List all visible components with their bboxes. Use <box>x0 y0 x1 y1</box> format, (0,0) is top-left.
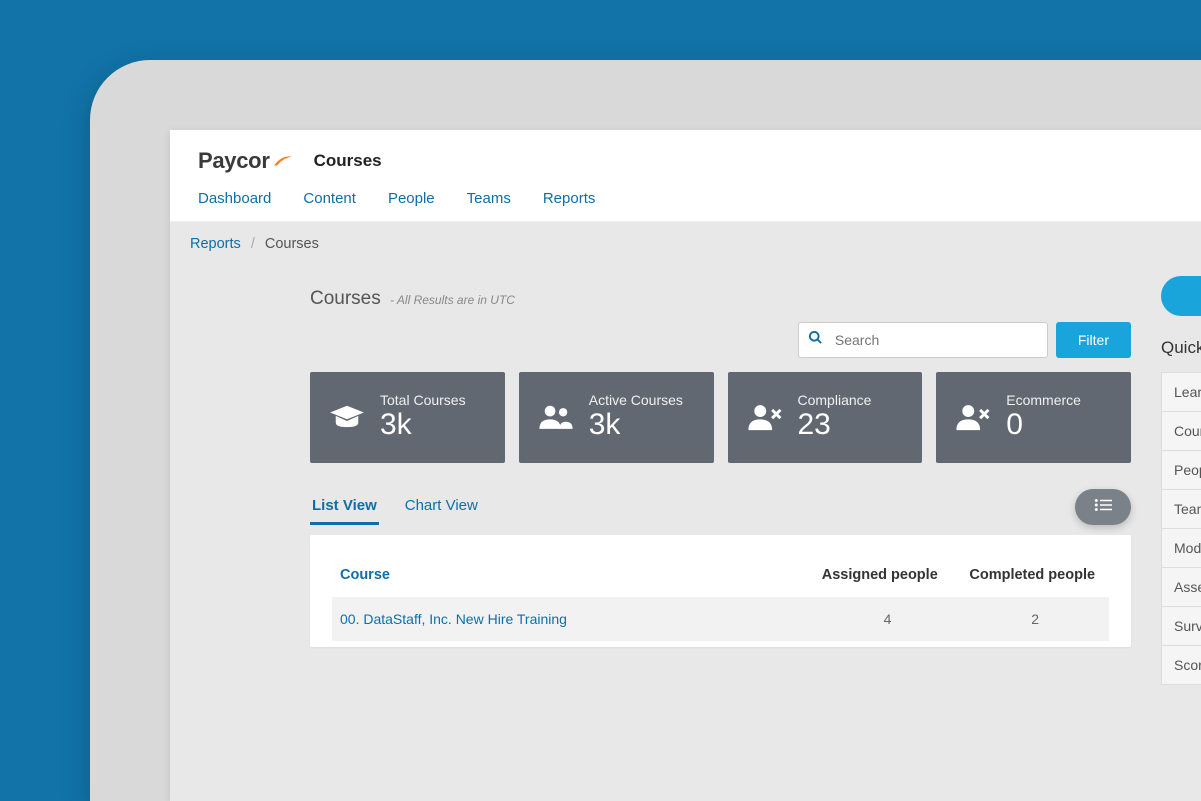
stat-card-compliance[interactable]: Compliance 23 <box>728 372 923 463</box>
page-title: Courses - All Results are in UTC <box>310 288 1131 310</box>
col-assigned: Assigned people <box>814 553 962 597</box>
brand-logo: Paycor <box>198 148 294 174</box>
search-box <box>798 322 1048 358</box>
quick-reports-title: Quick rep <box>1161 338 1201 358</box>
user-x-icon <box>746 398 784 436</box>
search-icon <box>808 330 823 350</box>
stat-card-active-courses[interactable]: Active Courses 3k <box>519 372 714 463</box>
stat-cards: Total Courses 3k Active Courses 3k <box>310 372 1131 463</box>
users-group-icon <box>537 398 575 436</box>
nav-dashboard[interactable]: Dashboard <box>198 190 271 207</box>
quick-report-learning[interactable]: Learnin <box>1161 372 1201 411</box>
breadcrumb-current: Courses <box>265 236 319 252</box>
tab-list-view[interactable]: List View <box>310 489 379 525</box>
breadcrumb-separator: / <box>251 236 255 252</box>
tab-chart-view[interactable]: Chart View <box>403 489 480 525</box>
stat-value: 0 <box>1006 408 1081 441</box>
stat-label: Compliance <box>798 392 872 408</box>
nav-reports[interactable]: Reports <box>543 190 596 207</box>
courses-table: Course Assigned people Completed people … <box>332 553 1109 641</box>
quick-report-people[interactable]: People <box>1161 450 1201 489</box>
table-row: 00. DataStaff, Inc. New Hire Training 4 … <box>332 597 1109 641</box>
side-action-button[interactable] <box>1161 276 1201 316</box>
col-course[interactable]: Course <box>332 553 814 597</box>
quick-report-courses[interactable]: Course <box>1161 411 1201 450</box>
course-link[interactable]: 00. DataStaff, Inc. New Hire Training <box>340 611 567 627</box>
brand-name: Paycor <box>198 148 270 174</box>
stat-value: 3k <box>589 408 683 441</box>
stat-label: Total Courses <box>380 392 466 408</box>
nav-content[interactable]: Content <box>303 190 356 207</box>
page-subtitle: - All Results are in UTC <box>390 293 515 307</box>
stat-label: Active Courses <box>589 392 683 408</box>
quick-report-assessments[interactable]: Assess <box>1161 567 1201 606</box>
stat-card-total-courses[interactable]: Total Courses 3k <box>310 372 505 463</box>
list-icon <box>1094 498 1112 517</box>
quick-report-survey[interactable]: Survey <box>1161 606 1201 645</box>
quick-report-scorm[interactable]: Scorm <box>1161 645 1201 685</box>
user-x-icon <box>954 398 992 436</box>
nav-teams[interactable]: Teams <box>467 190 511 207</box>
search-input[interactable] <box>798 322 1048 358</box>
courses-table-card: Course Assigned people Completed people … <box>310 535 1131 647</box>
col-completed: Completed people <box>961 553 1109 597</box>
app-title: Courses <box>314 151 382 171</box>
cell-completed: 2 <box>961 597 1109 641</box>
stat-label: Ecommerce <box>1006 392 1081 408</box>
main-nav: Dashboard Content People Teams Reports <box>170 186 1201 222</box>
topbar: Paycor Courses <box>170 130 1201 186</box>
stat-value: 3k <box>380 408 466 441</box>
stat-value: 23 <box>798 408 872 441</box>
view-tabs: List View Chart View <box>310 489 480 525</box>
quick-report-modules[interactable]: Module <box>1161 528 1201 567</box>
quick-report-teams[interactable]: Teams <box>1161 489 1201 528</box>
graduation-cap-icon <box>328 398 366 436</box>
brand-swoosh-icon <box>274 154 292 168</box>
breadcrumb: Reports / Courses <box>170 222 1201 266</box>
stat-card-ecommerce[interactable]: Ecommerce 0 <box>936 372 1131 463</box>
list-options-button[interactable] <box>1075 489 1131 525</box>
nav-people[interactable]: People <box>388 190 435 207</box>
quick-reports-list: Learnin Course People Teams Module Asses… <box>1161 372 1201 685</box>
breadcrumb-parent[interactable]: Reports <box>190 236 241 252</box>
filter-button[interactable]: Filter <box>1056 322 1131 358</box>
cell-assigned: 4 <box>814 597 962 641</box>
